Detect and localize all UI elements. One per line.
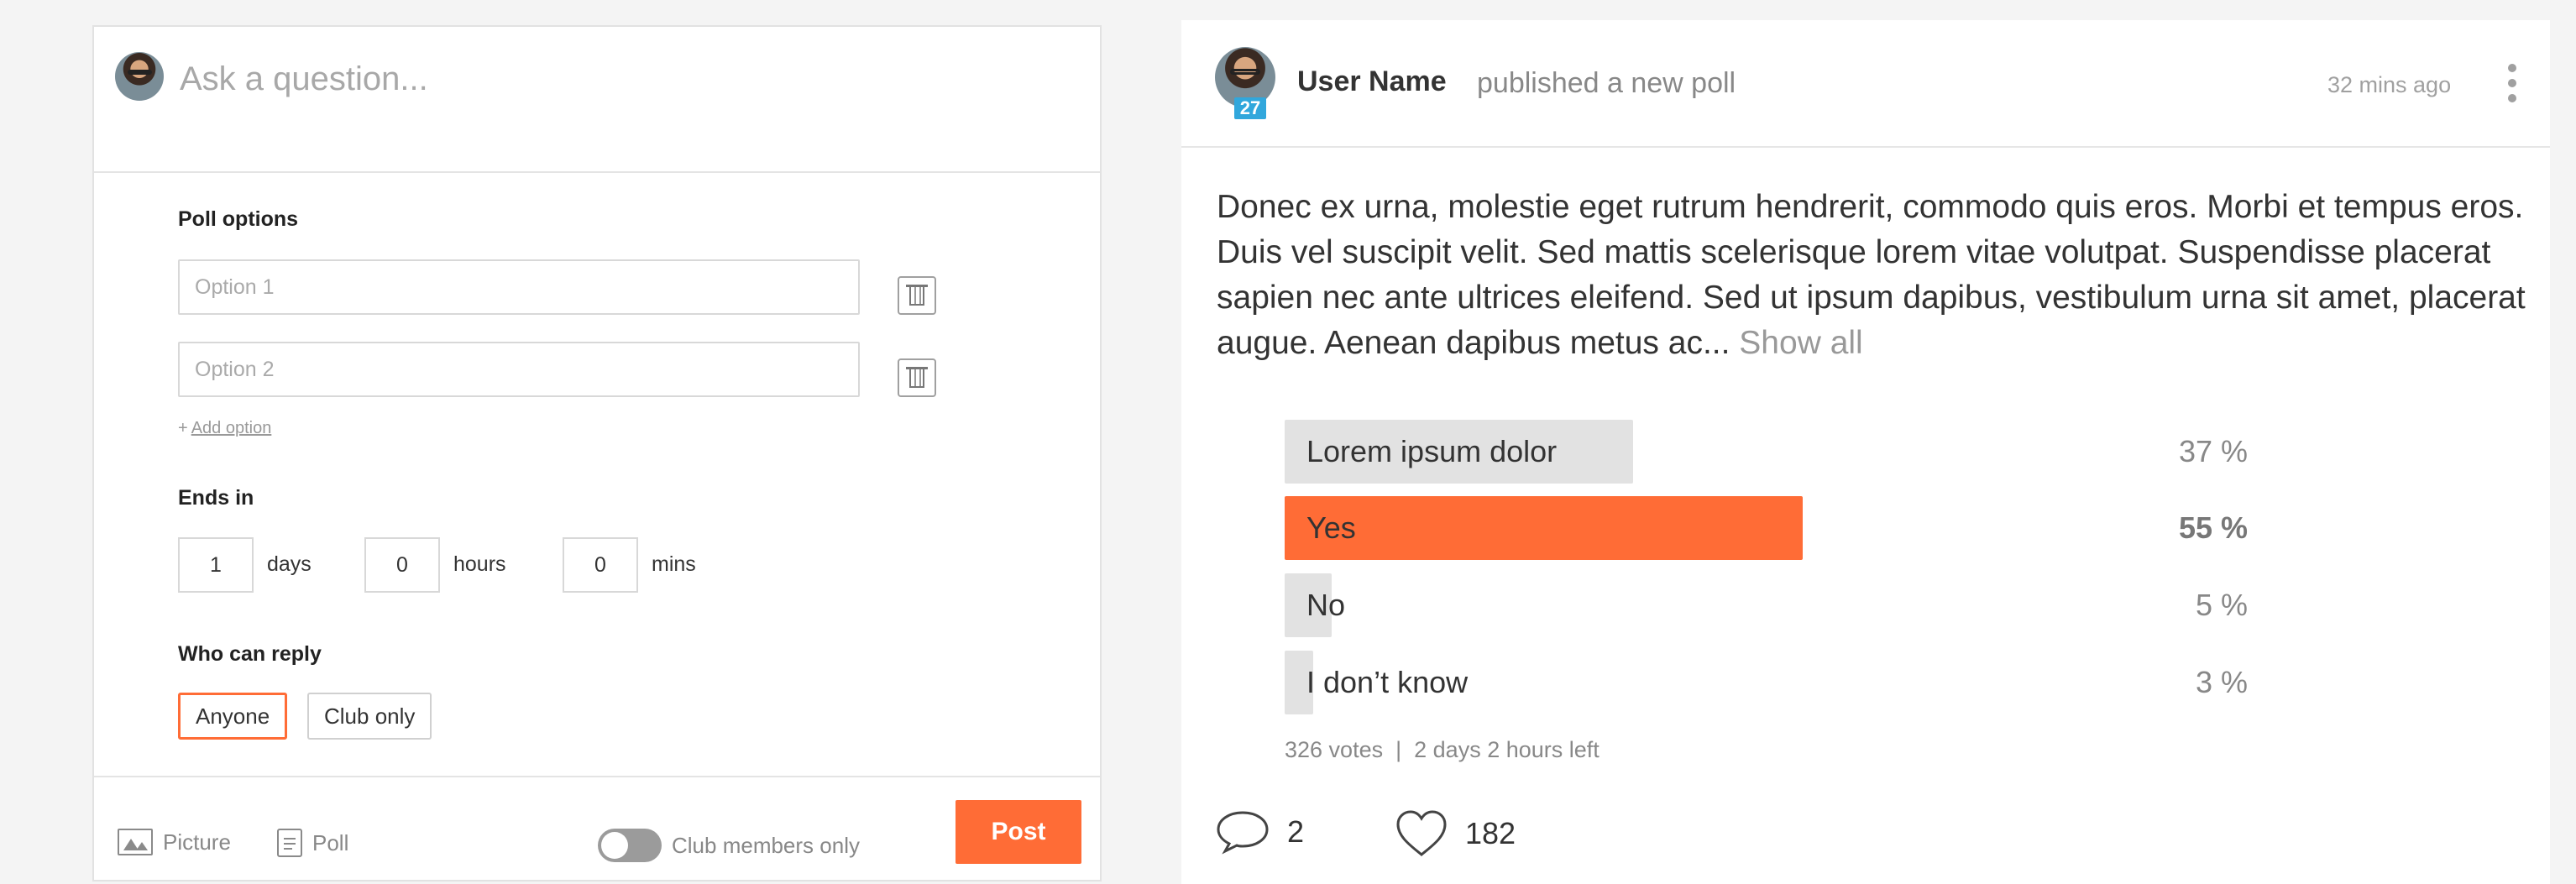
club-members-only-label: Club members only	[672, 832, 860, 858]
comments-button[interactable]: 2	[1215, 809, 1304, 855]
mins-label: mins	[652, 552, 696, 576]
reply-option-club-only[interactable]: Club only	[307, 693, 432, 740]
days-label: days	[267, 552, 312, 576]
hours-label: hours	[453, 552, 506, 576]
hours-input[interactable]: 0	[364, 537, 440, 593]
more-options-icon[interactable]	[2508, 64, 2518, 106]
post-timestamp: 32 mins ago	[2327, 72, 2452, 97]
picture-icon	[118, 829, 153, 855]
poll-option-row[interactable]: I don’t know	[1285, 651, 1948, 714]
poll-option-row[interactable]: No	[1285, 573, 1948, 637]
add-option: + Add option	[178, 419, 271, 438]
post-body: Donec ex urna, molestie eget rutrum hend…	[1217, 185, 2526, 366]
poll-option-percent: 55 %	[2178, 510, 2248, 545]
poll-options-label: Poll options	[178, 207, 299, 231]
poll-button[interactable]: Poll	[277, 829, 348, 857]
poll-option-label: Yes	[1306, 510, 1356, 545]
option-1-input[interactable]	[178, 259, 860, 315]
reply-option-anyone[interactable]: Anyone	[178, 693, 288, 740]
divider	[94, 171, 1100, 173]
show-all-link[interactable]: Show all	[1739, 325, 1862, 361]
level-badge: 27	[1234, 97, 1266, 119]
user-name-link[interactable]: User Name	[1297, 65, 1447, 98]
heart-icon	[1396, 810, 1447, 856]
mins-input[interactable]: 0	[563, 537, 638, 593]
poll-composer-card: Poll options +Add option Ends in 1 days …	[92, 25, 1102, 881]
comment-count: 2	[1287, 814, 1305, 849]
poll-option-label: Lorem ipsum dolor	[1306, 434, 1558, 468]
poll-option-percent: 37 %	[2178, 434, 2248, 468]
days-input[interactable]: 1	[178, 537, 254, 593]
poll-meta: 326 votes | 2 days 2 hours left	[1285, 737, 1600, 763]
avatar	[115, 52, 164, 101]
picture-button[interactable]: Picture	[118, 829, 231, 855]
poll-feed-card: 27 User Name published a new poll 32 min…	[1181, 20, 2550, 884]
poll-option-label: I don’t know	[1306, 665, 1469, 699]
club-members-only-control: Club members only	[598, 829, 860, 862]
divider	[94, 776, 1100, 777]
add-option-link[interactable]: Add option	[191, 419, 272, 437]
poll-label: Poll	[312, 829, 349, 855]
time-left: 2 days 2 hours left	[1414, 737, 1600, 762]
delete-option-2-trash-icon[interactable]	[898, 358, 936, 397]
poll-option-percent: 5 %	[2195, 588, 2248, 622]
poll-option-row[interactable]: Yes	[1285, 496, 1948, 560]
club-members-only-toggle[interactable]	[598, 829, 662, 862]
poll-option-bar	[1285, 496, 1803, 560]
meta-separator: |	[1395, 737, 1402, 762]
like-count: 182	[1465, 816, 1516, 850]
divider	[1181, 146, 2550, 148]
option-2-input[interactable]	[178, 342, 860, 397]
poll-option-percent: 3 %	[2195, 665, 2248, 699]
picture-label: Picture	[163, 829, 231, 855]
question-input[interactable]	[178, 52, 1063, 106]
post-button[interactable]: Post	[956, 800, 1081, 864]
poll-option-row[interactable]: Lorem ipsum dolor	[1285, 420, 1948, 484]
like-button[interactable]: 182	[1395, 809, 1516, 858]
vote-count: 326 votes	[1285, 737, 1384, 762]
add-option-plus: +	[178, 419, 188, 437]
comment-icon	[1217, 811, 1269, 855]
post-action-text: published a new poll	[1477, 67, 1736, 99]
ends-in-label: Ends in	[178, 486, 254, 510]
who-can-reply-label: Who can reply	[178, 642, 322, 666]
poll-option-label: No	[1306, 588, 1346, 622]
delete-option-1-trash-icon[interactable]	[898, 276, 936, 315]
post-body-text: Donec ex urna, molestie eget rutrum hend…	[1217, 189, 2526, 361]
poll-icon	[277, 829, 302, 857]
